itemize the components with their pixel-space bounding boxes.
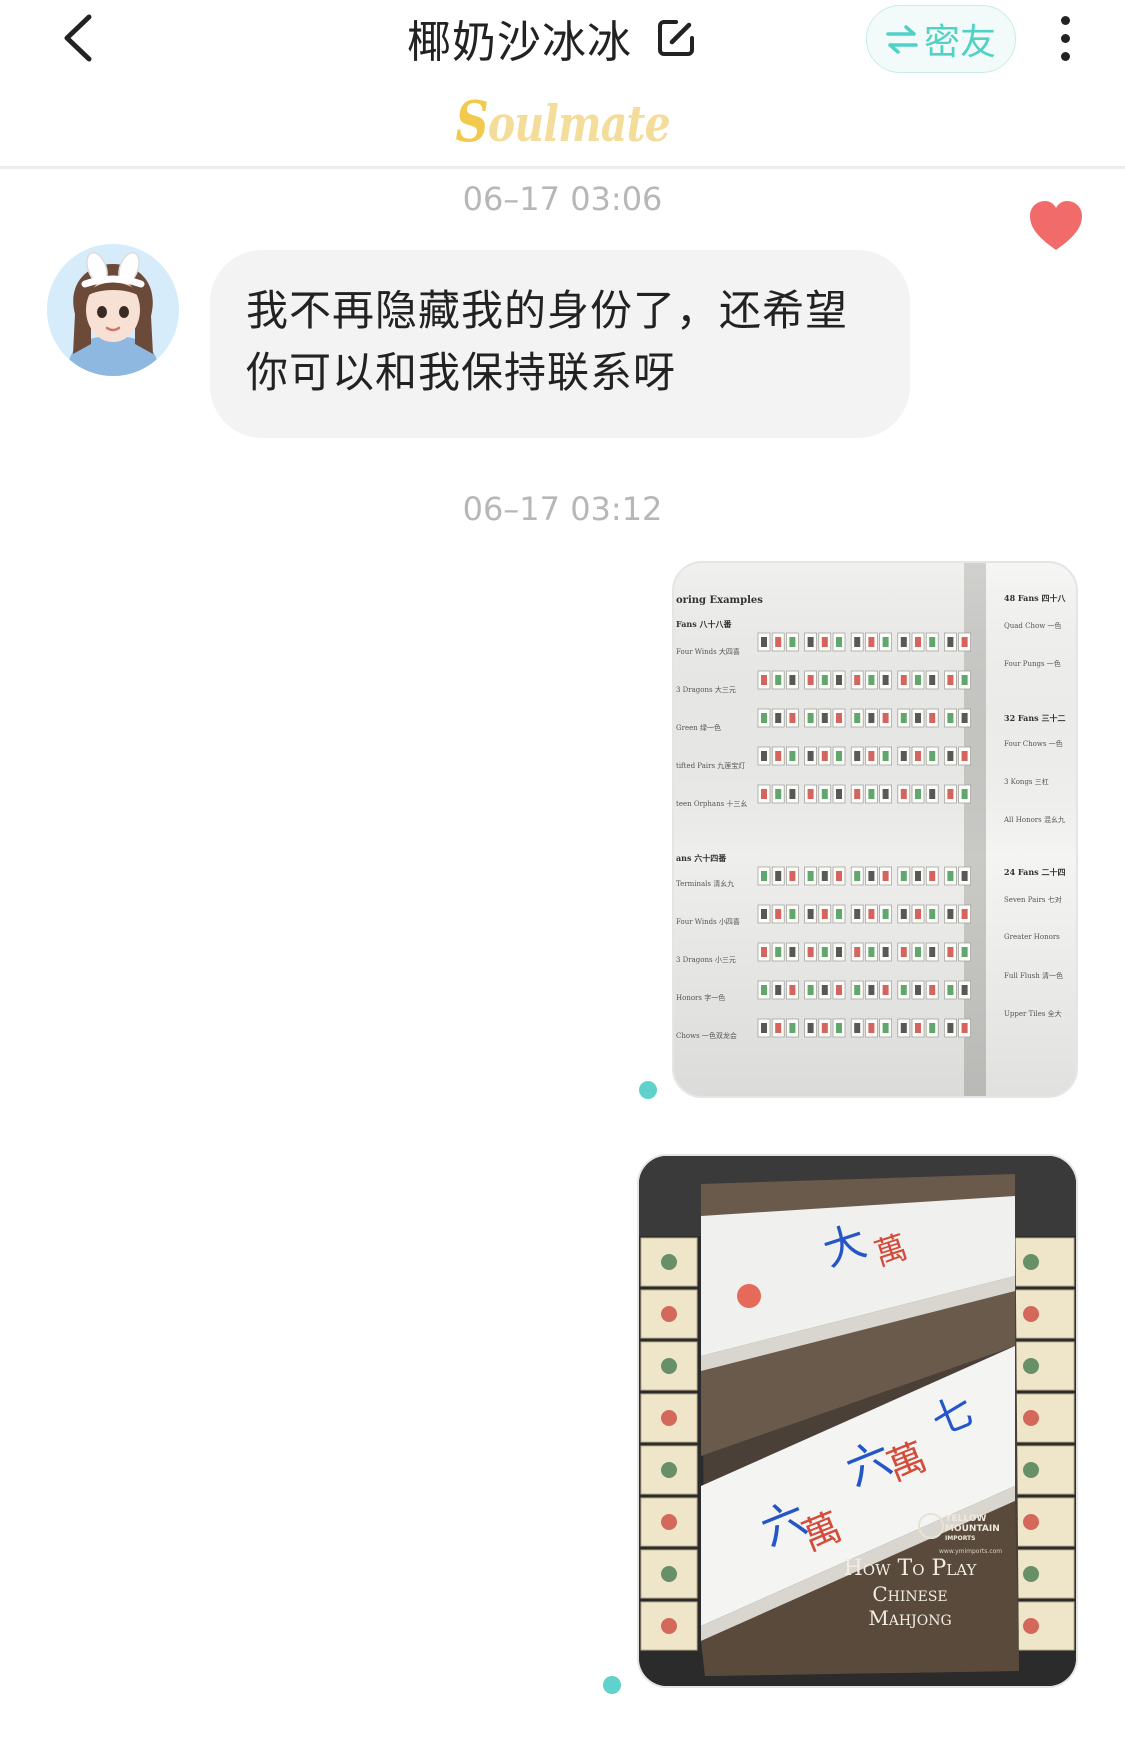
- row-label: Quad Chow 一色: [1004, 622, 1062, 630]
- edit-icon: [658, 20, 694, 56]
- book-title-line: Chinese: [872, 1582, 948, 1606]
- row-label: Full Flush 清一色: [1004, 972, 1063, 980]
- row-label: Four Pungs 一色: [1004, 660, 1061, 668]
- book-title-line: How To Play: [843, 1556, 977, 1581]
- avatar-illustration: [47, 244, 179, 376]
- swap-arrows-icon: [886, 25, 918, 54]
- section-title: ans 六十四番: [676, 853, 727, 863]
- sent-status-dot: [639, 1081, 657, 1099]
- row-label: All Honors 混幺九: [1004, 816, 1065, 824]
- row-label: tifted Pairs 九莲宝灯: [676, 762, 746, 770]
- section-title: Fans 八十八番: [676, 619, 732, 629]
- relation-badge-initial: S: [455, 89, 488, 155]
- page-heading: oring Examples: [676, 595, 763, 606]
- publisher-line: IMPORTS: [945, 1535, 976, 1542]
- chat-header: 椰奶沙冰冰 密友 Soulmate: [0, 0, 1125, 169]
- publisher-line: MOUNTAIN: [945, 1524, 1000, 1534]
- edit-name-button[interactable]: [654, 16, 698, 60]
- publisher-url: www.ymimports.com: [939, 1548, 1003, 1555]
- more-vertical-icon: [1060, 15, 1070, 61]
- row-label: 3 Dragons 小三元: [676, 956, 736, 964]
- publisher-logo-text: YELLOW MOUNTAIN IMPORTS: [945, 1514, 1000, 1544]
- photo-message[interactable]: oring Examples Fans 八十八番 Four Winds 大四喜 …: [672, 561, 1078, 1098]
- section-title: 48 Fans 四十八: [1004, 593, 1066, 603]
- row-label: 3 Kongs 三杠: [1004, 778, 1049, 786]
- sent-status-dot: [603, 1676, 621, 1694]
- row-label: Upper Tiles 全大: [1004, 1010, 1062, 1018]
- incoming-message-bubble[interactable]: 我不再隐藏我的身份了，还希望你可以和我保持联系呀: [210, 250, 910, 438]
- row-label: teen Orphans 十三幺: [676, 800, 748, 808]
- photo-message[interactable]: 大 萬 六 萬 六 萬 七 YELLOW MOUNTAIN IMPORTS ww…: [637, 1154, 1078, 1688]
- avatar[interactable]: [47, 244, 179, 376]
- row-label: Seven Pairs 七对: [1004, 896, 1062, 904]
- relationship-mode-button[interactable]: 密友: [866, 5, 1016, 73]
- row-label: Green 绿一色: [676, 724, 721, 732]
- more-options-button[interactable]: [1040, 8, 1090, 68]
- chat-title[interactable]: 椰奶沙冰冰: [407, 6, 632, 70]
- publisher-line: YELLOW: [945, 1514, 987, 1524]
- timestamp: 06–17 03:12: [462, 490, 663, 528]
- row-label: Four Winds 小四喜: [676, 918, 740, 926]
- row-label: Terminals 清幺九: [676, 880, 735, 888]
- timestamp: 06–17 03:06: [462, 180, 663, 218]
- back-arrow-icon: [64, 14, 92, 62]
- relation-badge: Soulmate: [0, 89, 1125, 155]
- row-label: Honors 字一色: [676, 994, 726, 1002]
- heart-icon[interactable]: [1028, 200, 1084, 252]
- section-title: 24 Fans 二十四: [1004, 867, 1066, 877]
- relation-badge-text: oulmate: [487, 94, 671, 153]
- row-label: Greater Honors: [1004, 933, 1060, 941]
- mode-label: 密友: [923, 22, 996, 63]
- row-label: Four Chows 一色: [1004, 740, 1063, 748]
- section-title: 32 Fans 三十二: [1004, 713, 1066, 723]
- book-title-line: Mahjong: [868, 1606, 952, 1630]
- book-title: How To Play Chinese Mahjong: [835, 1556, 985, 1630]
- row-label: Four Winds 大四喜: [676, 648, 740, 656]
- row-label: Chows 一色双龙会: [676, 1032, 737, 1040]
- message-text: 我不再隐藏我的身份了，还希望你可以和我保持联系呀: [246, 286, 849, 397]
- back-button[interactable]: [48, 8, 108, 68]
- row-label: 3 Dragons 大三元: [676, 686, 736, 694]
